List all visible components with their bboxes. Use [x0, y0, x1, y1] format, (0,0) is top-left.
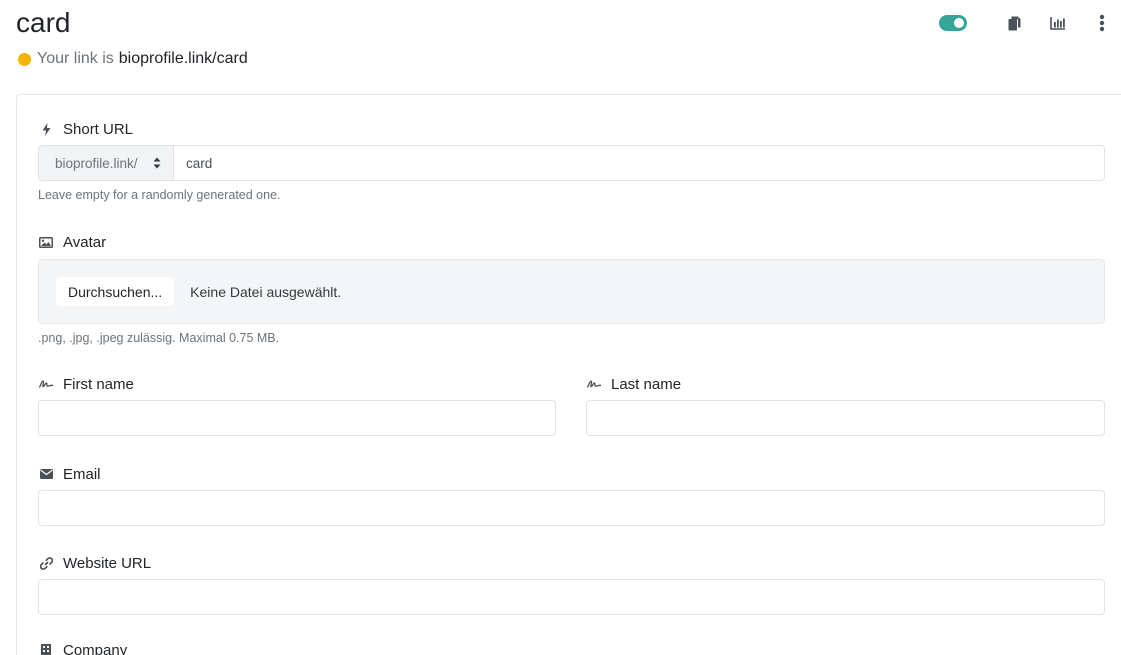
avatar-file-input[interactable]: Durchsuchen... Keine Datei ausgewählt. [38, 259, 1105, 324]
bolt-icon [39, 122, 53, 136]
last-name-input[interactable] [586, 400, 1105, 436]
website-url-input[interactable] [38, 579, 1105, 615]
statistics-icon [1050, 17, 1065, 30]
page: card Your link is bioprofile.link/card S… [0, 0, 1121, 655]
more-options-button[interactable] [1091, 12, 1113, 34]
copy-icon [1008, 16, 1020, 30]
browse-button[interactable]: Durchsuchen... [56, 277, 175, 306]
last-name-label: Last name [587, 374, 681, 394]
domain-select-value: bioprofile.link/ [55, 155, 138, 171]
statistics-button[interactable] [1047, 12, 1069, 34]
enable-toggle[interactable] [939, 15, 967, 31]
link-status-line: Your link is bioprofile.link/card [18, 49, 248, 69]
avatar-help: .png, .jpg, .jpeg zulässig. Maximal 0.75… [38, 331, 280, 345]
copy-button[interactable] [1003, 12, 1025, 34]
short-url-label-text: Short URL [63, 120, 134, 138]
first-name-label: First name [39, 374, 134, 394]
link-prefix-text: Your link is [37, 50, 114, 67]
email-input[interactable] [38, 490, 1105, 526]
toggle-knob [954, 18, 964, 28]
sort-caret-icon [153, 157, 161, 169]
company-label: Company [39, 640, 127, 655]
envelope-icon [39, 467, 53, 481]
first-name-label-text: First name [63, 375, 134, 393]
signature-icon [39, 377, 53, 391]
building-icon [39, 643, 53, 655]
signature-icon [587, 377, 601, 391]
short-url-label: Short URL [39, 119, 133, 139]
website-url-label: Website URL [39, 553, 151, 573]
website-url-label-text: Website URL [63, 554, 152, 572]
page-title: card [16, 7, 71, 38]
status-dot [18, 52, 31, 66]
last-name-label-text: Last name [611, 375, 682, 393]
link-icon [39, 556, 53, 570]
image-icon [39, 235, 53, 249]
file-status-text: Keine Datei ausgewählt. [190, 283, 342, 300]
avatar-label-text: Avatar [63, 233, 107, 251]
email-label: Email [39, 464, 101, 484]
short-url-input[interactable] [174, 146, 1104, 180]
short-url-help: Leave empty for a randomly generated one… [38, 188, 281, 202]
more-vertical-icon [1099, 14, 1105, 32]
link-url-text[interactable]: bioprofile.link/card [119, 49, 248, 69]
domain-select[interactable]: bioprofile.link/ [39, 146, 174, 180]
first-name-input[interactable] [38, 400, 556, 436]
company-label-text: Company [63, 641, 128, 655]
short-url-input-group: bioprofile.link/ [38, 145, 1105, 181]
header-toolbar [939, 12, 1113, 34]
avatar-label: Avatar [39, 232, 106, 252]
settings-card: Short URL bioprofile.link/ Leave empty f… [16, 94, 1121, 655]
email-label-text: Email [63, 465, 101, 483]
